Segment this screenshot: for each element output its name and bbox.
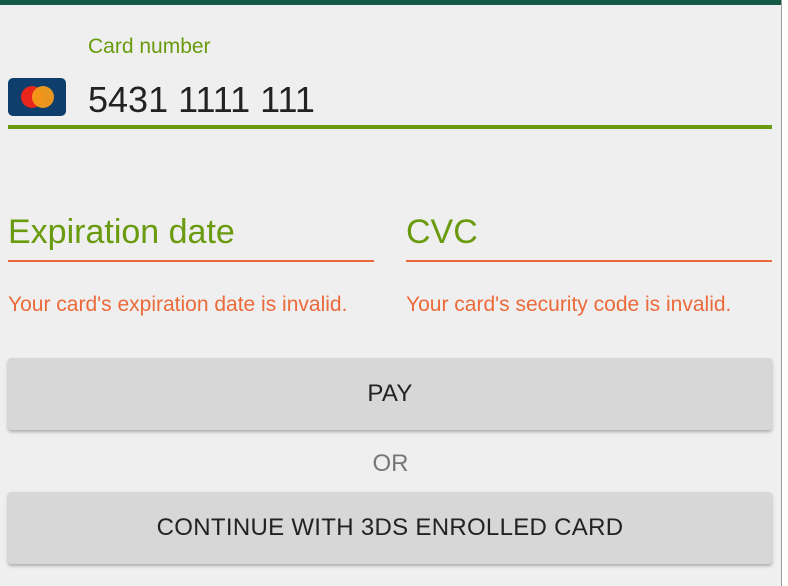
expiration-date-error: Your card's expiration date is invalid. bbox=[8, 293, 348, 316]
mastercard-icon bbox=[8, 78, 66, 116]
cvc-underline bbox=[406, 260, 772, 262]
continue-3ds-button[interactable]: CONTINUE WITH 3DS ENROLLED CARD bbox=[8, 492, 772, 564]
mastercard-orange-circle bbox=[32, 86, 54, 108]
card-number-underline bbox=[8, 125, 772, 129]
or-separator: OR bbox=[372, 450, 409, 477]
pay-button[interactable]: PAY bbox=[8, 358, 772, 430]
payment-screen: Card number 5431 1111 111 Expiration dat… bbox=[0, 0, 781, 586]
expiration-date-underline bbox=[8, 260, 374, 262]
card-number-input[interactable]: 5431 1111 111 bbox=[88, 78, 688, 122]
card-number-label: Card number bbox=[88, 35, 211, 58]
cvc-field[interactable]: CVC bbox=[406, 210, 478, 254]
expiration-date-field[interactable]: Expiration date bbox=[8, 210, 235, 254]
window-edge bbox=[781, 0, 788, 586]
cvc-error: Your card's security code is invalid. bbox=[406, 293, 732, 316]
